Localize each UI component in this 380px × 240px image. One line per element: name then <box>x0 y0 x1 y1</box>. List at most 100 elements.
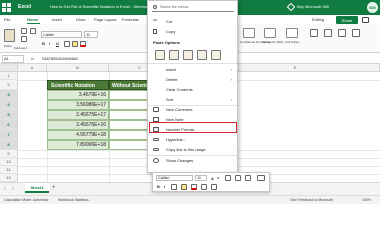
cell-styles-icon[interactable] <box>286 28 298 38</box>
mini-font-size-select[interactable]: 11 <box>195 175 207 181</box>
row-header-9[interactable]: 9 <box>0 150 18 158</box>
sum-icon[interactable] <box>324 29 332 37</box>
paste-icon[interactable] <box>4 29 15 42</box>
mini-font-name-select[interactable]: Calibri <box>156 175 193 181</box>
row-header-3[interactable]: 3 <box>0 90 18 100</box>
mini-number-format-icon[interactable] <box>225 175 231 181</box>
borders-icon[interactable] <box>64 41 70 47</box>
font-size-select[interactable]: 11 <box>84 31 98 38</box>
mini-borders-icon[interactable] <box>201 184 207 190</box>
mini-decrease-font-icon[interactable]: A <box>217 176 219 180</box>
row-header-2[interactable]: 2 <box>0 80 18 90</box>
underline-button[interactable]: U <box>56 41 59 46</box>
app-launcher-icon[interactable] <box>2 3 11 12</box>
mini-percent-icon[interactable] <box>235 175 241 181</box>
mini-italic-button[interactable]: I <box>164 184 165 189</box>
menu-item-delete[interactable]: Delete › <box>148 75 237 84</box>
tab-page-layout[interactable]: Page Layout <box>94 17 116 22</box>
paste-values-icon[interactable] <box>169 50 179 60</box>
paste-formulas-icon[interactable] <box>183 50 193 60</box>
table-cell[interactable] <box>109 120 149 130</box>
cut-icon[interactable] <box>21 28 27 34</box>
row-header-5[interactable]: 5 <box>0 110 18 120</box>
mini-increase-font-icon[interactable]: A <box>211 176 214 181</box>
tab-home[interactable]: Home <box>27 17 38 22</box>
table-header-scientific-notation[interactable]: Scientific Notation <box>47 80 109 90</box>
row-header-1[interactable]: 1 <box>0 72 18 80</box>
table-header-without-scientific[interactable]: Without Scientific <box>109 80 149 90</box>
avatar[interactable]: KM <box>367 2 378 13</box>
table-cell[interactable] <box>109 90 149 100</box>
select-all-corner[interactable] <box>0 64 18 72</box>
menu-item-sort[interactable]: Sort › <box>148 95 237 104</box>
mini-bold-button[interactable]: B <box>157 184 160 189</box>
calculation-mode-status[interactable]: Calculation Mode: Automatic <box>4 198 48 202</box>
paste-link-icon[interactable] <box>211 50 221 60</box>
italic-button[interactable]: I <box>49 41 50 46</box>
row-header-6[interactable]: 6 <box>0 120 18 130</box>
menu-item-clear-contents[interactable]: Clear Contents <box>148 85 237 94</box>
menu-item-cut[interactable]: ✂ Cut <box>148 17 237 26</box>
sheet-prev-icon[interactable]: ‹ <box>4 186 6 192</box>
sheet-next-icon[interactable]: › <box>12 186 14 192</box>
menu-item-insert[interactable]: Insert › <box>148 65 237 74</box>
column-header-a[interactable]: A <box>18 64 47 72</box>
workbook-statistics-status[interactable]: Workbook Statistics <box>58 198 89 202</box>
bold-button[interactable]: B <box>42 41 45 46</box>
tab-draw[interactable]: Draw <box>76 17 85 22</box>
share-button[interactable]: Share <box>336 16 358 24</box>
row-header-4[interactable]: 4 <box>0 100 18 110</box>
row-header-11[interactable]: 11 <box>0 166 18 174</box>
menu-item-new-comment[interactable]: New Comment <box>148 105 237 114</box>
give-feedback-link[interactable]: Give Feedback to Microsoft <box>290 198 333 202</box>
row-header-8[interactable]: 8 <box>0 140 18 150</box>
zoom-level[interactable]: 100% <box>362 198 371 202</box>
mini-fill-color-icon[interactable] <box>181 184 187 190</box>
table-cell[interactable] <box>109 130 149 140</box>
copy-icon[interactable] <box>21 36 27 42</box>
table-cell[interactable]: 3.45676E+16 <box>47 120 109 130</box>
menu-item-show-changes[interactable]: Show Changes <box>148 156 237 165</box>
font-color-icon[interactable] <box>80 41 86 47</box>
tab-formulas[interactable]: Formulas <box>122 17 139 22</box>
sheet-tab-sheet1[interactable]: Sheet1 <box>25 183 49 193</box>
mini-font-color-icon[interactable] <box>191 184 197 190</box>
tab-file[interactable]: File <box>4 17 10 22</box>
table-cell[interactable]: 7.89006E+18 <box>47 140 109 150</box>
paste-formatting-icon[interactable] <box>197 50 207 60</box>
fx-icon[interactable]: fx <box>31 56 34 61</box>
row-header-12[interactable]: 12 <box>0 174 18 182</box>
row-header-10[interactable]: 10 <box>0 158 18 166</box>
table-cell[interactable]: 2.45675E+17 <box>47 110 109 120</box>
menu-item-copy-link[interactable]: Copy link to this range <box>148 145 237 154</box>
menu-item-copy[interactable]: Copy <box>148 27 237 36</box>
mini-align-icon[interactable] <box>171 184 177 190</box>
menu-item-hyperlink[interactable]: Hyperlink... <box>148 135 237 144</box>
mini-format-painter-icon[interactable] <box>257 175 265 181</box>
table-cell[interactable]: 3.56986E+17 <box>47 100 109 110</box>
editing-mode-dropdown[interactable]: Editing <box>312 17 324 22</box>
font-name-select[interactable]: Calibri <box>41 31 82 38</box>
menu-search-input[interactable]: Search the menus <box>152 4 234 12</box>
buy-microsoft-365-link[interactable]: Buy Microsoft 365 <box>297 4 329 9</box>
table-cell[interactable] <box>109 140 149 150</box>
mini-merge-icon[interactable] <box>211 184 217 190</box>
name-box[interactable]: A1 <box>2 55 24 63</box>
sort-filter-icon[interactable] <box>338 29 346 37</box>
table-cell[interactable]: 4.56779E+18 <box>47 130 109 140</box>
table-cell[interactable] <box>109 110 149 120</box>
add-sheet-button[interactable]: + <box>52 185 56 191</box>
insert-cells-icon[interactable] <box>310 29 318 37</box>
tab-insert[interactable]: Insert <box>52 17 62 22</box>
column-header-b[interactable]: B <box>47 64 109 72</box>
table-cell[interactable] <box>109 100 149 110</box>
conditional-formatting-icon[interactable] <box>243 28 255 38</box>
formula-input[interactable]: 0467895431569468 <box>42 56 78 61</box>
format-as-table-icon[interactable] <box>264 28 276 38</box>
mini-comma-icon[interactable] <box>245 175 251 181</box>
format-painter-icon[interactable] <box>30 28 36 34</box>
paste-option-icon[interactable] <box>155 50 165 60</box>
fill-color-icon[interactable] <box>72 41 78 47</box>
row-header-7[interactable]: 7 <box>0 130 18 140</box>
comments-icon[interactable] <box>362 17 369 23</box>
